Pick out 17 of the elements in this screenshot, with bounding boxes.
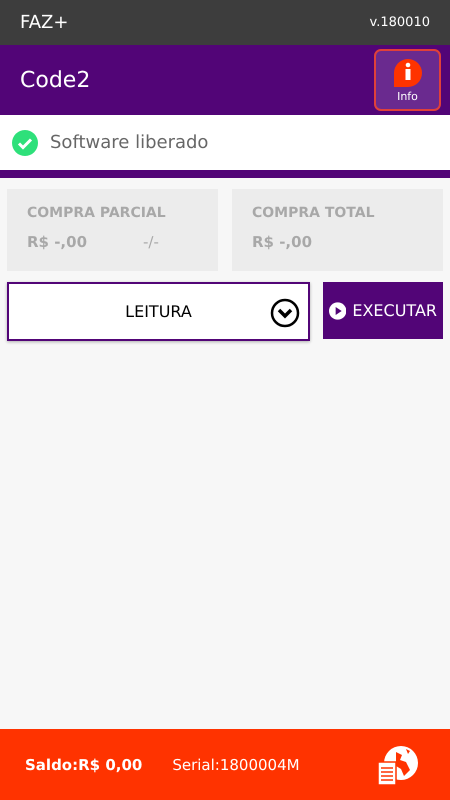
chevron-down-icon — [270, 298, 300, 328]
balance: Saldo:R$ 0,00 — [25, 756, 142, 774]
version: v.180010 — [370, 15, 430, 30]
info-icon — [392, 58, 424, 88]
app-name: FAZ+ — [20, 12, 68, 33]
screen-title: Code2 — [20, 68, 90, 92]
serial-number: Serial:1800004M — [172, 756, 300, 774]
operation-select[interactable]: LEITURA — [7, 282, 310, 341]
card-value: R$ -,00 — [27, 233, 88, 251]
card-value: R$ -,00 — [252, 233, 312, 251]
execute-button[interactable]: EXECUTAR — [323, 282, 443, 339]
card-extra: -/- — [143, 233, 159, 251]
info-button[interactable]: Info — [374, 49, 441, 111]
license-status: Software liberado — [50, 132, 208, 153]
card-title: COMPRA PARCIAL — [27, 205, 167, 221]
globe-document-icon[interactable] — [376, 744, 420, 786]
card-title: COMPRA TOTAL — [252, 205, 376, 221]
